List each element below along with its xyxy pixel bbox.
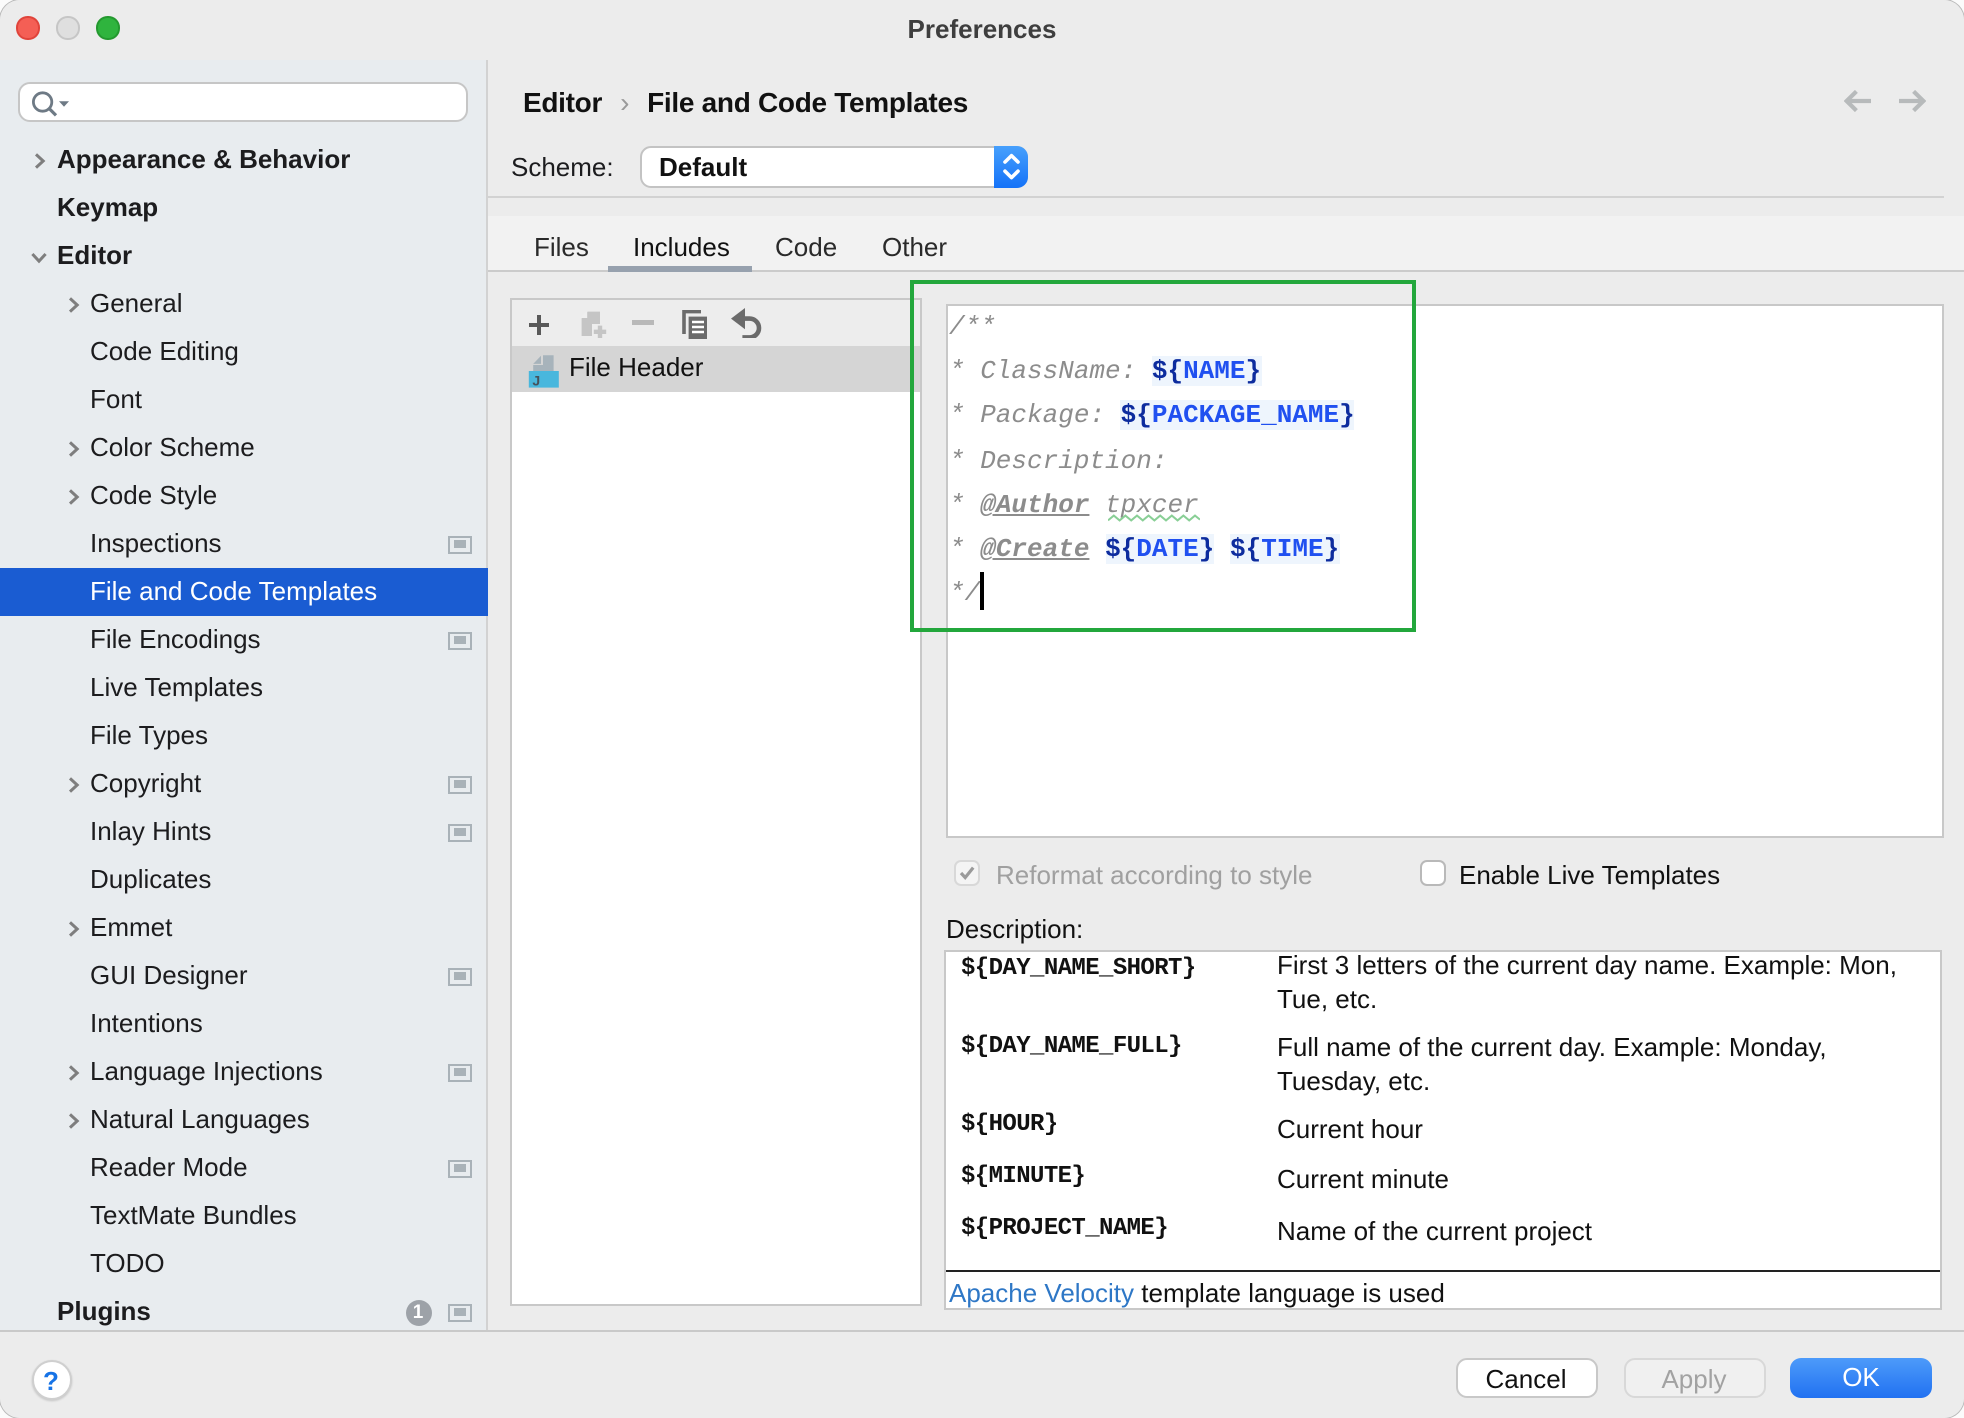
svg-text:J: J: [533, 372, 541, 388]
